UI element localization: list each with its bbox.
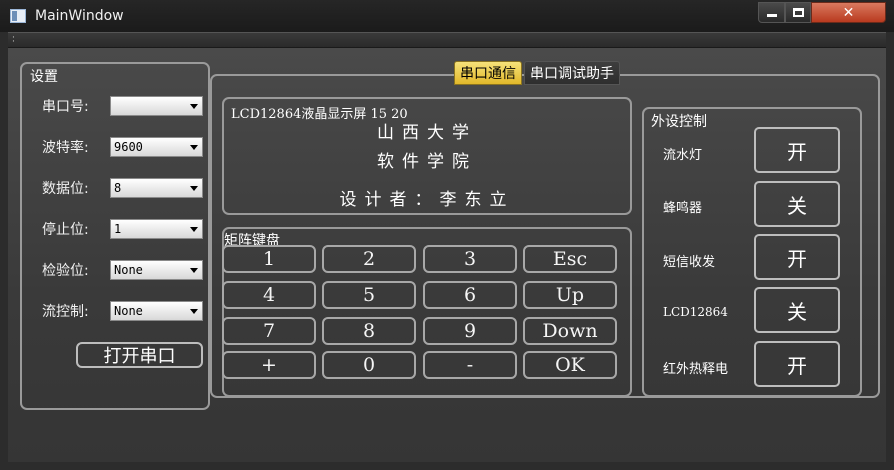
baud-select[interactable]: 9600 — [110, 137, 203, 157]
tab-serial-comm[interactable]: 串口通信 — [454, 61, 522, 85]
lcd-line-3: 设计者：李东立 — [339, 190, 515, 210]
close-button[interactable]: ✕ — [811, 2, 886, 23]
matrix-keypad-group: 矩阵键盘 1 2 3 Esc 4 5 6 Up 7 8 9 Down + 0 -… — [222, 227, 632, 397]
minimize-icon — [766, 14, 777, 17]
key-plus[interactable]: + — [222, 351, 316, 379]
chevron-down-icon — [190, 104, 198, 109]
periph-label-led: 流水灯 — [663, 148, 703, 163]
flow-select-value: None — [114, 304, 143, 318]
lcd-toggle-button[interactable]: 关 — [754, 287, 840, 333]
pir-toggle-button[interactable]: 开 — [754, 341, 840, 387]
settings-title: 设置 — [30, 69, 58, 85]
parity-label: 检验位: — [42, 263, 89, 279]
chevron-down-icon — [190, 268, 198, 273]
baud-select-value: 9600 — [114, 140, 143, 154]
databits-label: 数据位: — [42, 181, 89, 197]
close-icon: ✕ — [842, 4, 855, 21]
periph-label-buzzer: 蜂鸣器 — [663, 201, 703, 216]
periph-label-lcd: LCD12864 — [663, 305, 728, 319]
settings-group: 设置 串口号: 波特率: 9600 数据位: 8 停止位: 1 检验位: Non… — [20, 62, 210, 410]
chevron-down-icon — [190, 227, 198, 232]
key-6[interactable]: 6 — [423, 281, 517, 309]
key-ok[interactable]: OK — [523, 351, 617, 379]
minimize-button[interactable] — [758, 2, 785, 23]
chevron-down-icon — [190, 145, 198, 150]
toolbar: · · — [8, 32, 886, 48]
led-toggle-button[interactable]: 开 — [754, 127, 840, 173]
key-down[interactable]: Down — [523, 317, 617, 345]
stopbits-select-value: 1 — [114, 222, 122, 236]
lcd-display-group: LCD12864液晶显示屏 15 20 山西大学 软件学院 设计者：李东立 — [222, 97, 632, 215]
open-port-button[interactable]: 打开串口 — [76, 342, 203, 368]
port-select[interactable] — [110, 96, 203, 116]
key-8[interactable]: 8 — [322, 317, 416, 345]
window-controls: ✕ — [758, 2, 886, 23]
baud-label: 波特率: — [42, 140, 89, 156]
main-client-area: 设置 串口号: 波特率: 9600 数据位: 8 停止位: 1 检验位: Non… — [8, 48, 886, 462]
window-title: MainWindow — [35, 8, 124, 24]
sms-toggle-button[interactable]: 开 — [754, 234, 840, 280]
title-bar: MainWindow ✕ — [0, 0, 894, 32]
key-1[interactable]: 1 — [222, 245, 316, 273]
tab-bar: 串口通信 串口调试助手 — [454, 61, 620, 85]
peripheral-control-group: 外设控制 流水灯 开 蜂鸣器 关 短信收发 开 LCD12864 关 红外热释电… — [642, 107, 862, 397]
key-3[interactable]: 3 — [423, 245, 517, 273]
key-7[interactable]: 7 — [222, 317, 316, 345]
lcd-line-2: 软件学院 — [377, 152, 477, 172]
key-4[interactable]: 4 — [222, 281, 316, 309]
flow-label: 流控制: — [42, 304, 89, 320]
databits-select-value: 8 — [114, 181, 122, 195]
key-minus[interactable]: - — [423, 351, 517, 379]
peripheral-title: 外设控制 — [651, 114, 707, 130]
key-2[interactable]: 2 — [322, 245, 416, 273]
chevron-down-icon — [190, 309, 198, 314]
periph-label-sms: 短信收发 — [663, 255, 716, 270]
app-window-icon — [10, 9, 26, 23]
flow-select[interactable]: None — [110, 301, 203, 321]
parity-select[interactable]: None — [110, 260, 203, 280]
tab-serial-debug[interactable]: 串口调试助手 — [524, 61, 620, 85]
key-5[interactable]: 5 — [322, 281, 416, 309]
stopbits-label: 停止位: — [42, 222, 89, 238]
databits-select[interactable]: 8 — [110, 178, 203, 198]
periph-label-pir: 红外热释电 — [663, 362, 729, 377]
stopbits-select[interactable]: 1 — [110, 219, 203, 239]
key-up[interactable]: Up — [523, 281, 617, 309]
key-0[interactable]: 0 — [322, 351, 416, 379]
maximize-icon — [792, 8, 804, 17]
lcd-line-1: 山西大学 — [377, 123, 477, 143]
buzzer-toggle-button[interactable]: 关 — [754, 181, 840, 227]
parity-select-value: None — [114, 263, 143, 277]
port-label: 串口号: — [42, 99, 89, 115]
chevron-down-icon — [190, 186, 198, 191]
toolbar-grip-icon[interactable]: · · — [12, 34, 15, 47]
maximize-button[interactable] — [785, 2, 811, 23]
key-9[interactable]: 9 — [423, 317, 517, 345]
key-esc[interactable]: Esc — [523, 245, 617, 273]
